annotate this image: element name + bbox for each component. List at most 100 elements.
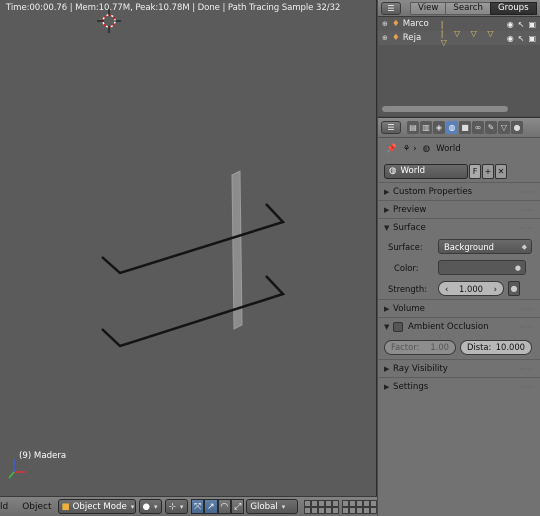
tab-groups[interactable]: Groups (489, 1, 537, 15)
scene-crumb-icon: ⚘ › (402, 144, 417, 154)
strength-value: 1.000 (459, 283, 483, 294)
list-item[interactable]: ⊕ ♦ Reja | ▽ ▽ ▽ ▽ ◉ ↖ ▣ (378, 29, 540, 47)
scene-canvas[interactable] (0, 0, 377, 496)
chevron-down-icon: ▾ (154, 502, 158, 511)
3d-viewport[interactable]: Time:00:00.76 | Mem:10.77M, Peak:10.78M … (0, 0, 377, 496)
pivot-dropdown[interactable]: ⊹ ▾ (164, 499, 188, 514)
surface-row: Surface: Background ◆ (378, 236, 540, 257)
grip-icon[interactable]: ⋯⋯ (519, 305, 535, 313)
ao-factor-field[interactable]: Factor: 1.00 (384, 339, 456, 355)
3d-cursor-icon[interactable] (97, 9, 121, 33)
tab-search[interactable]: Search (445, 1, 491, 15)
strength-label: Strength: (388, 283, 428, 294)
outliner-header: ☰ View Search Groups (378, 0, 540, 17)
surface-value: Background (444, 241, 494, 252)
layer-buttons-2[interactable] (341, 499, 377, 514)
group-icon: ♦ (392, 33, 400, 43)
upper-rail-object (101, 203, 286, 275)
orientation-dropdown[interactable]: Global ▾ (246, 499, 298, 514)
mode-dropdown[interactable]: ■ Object Mode ▾ (57, 499, 136, 514)
view-menu[interactable]: ld (0, 502, 16, 512)
panel-custom-properties[interactable]: ▶ Custom Properties ⋯⋯ (378, 182, 540, 200)
rotate-icon[interactable]: ◠ (217, 499, 231, 514)
increment-icon[interactable]: › (494, 284, 497, 294)
socket-dot-icon[interactable]: ● (508, 281, 520, 296)
grip-icon[interactable]: ⋯⋯ (519, 383, 535, 391)
close-icon[interactable]: ✕ (495, 163, 507, 179)
world-icon[interactable]: ◍ (446, 121, 458, 134)
shading-dropdown[interactable]: ● ▾ (138, 499, 162, 514)
camera-icon[interactable]: ▣ (528, 34, 536, 43)
lower-rail-object (101, 275, 286, 348)
panel-ambient-occlusion[interactable]: ▼ Ambient Occlusion ⋯⋯ Factor: 1.00 Dista:… (378, 317, 540, 359)
strength-field[interactable]: ‹ 1.000 › (438, 281, 504, 296)
group-icon: ♦ (392, 19, 400, 29)
panel-volume[interactable]: ▶ Volume ⋯⋯ (378, 299, 540, 317)
world-datablock-field[interactable]: ◍ World (384, 163, 468, 179)
eye-icon[interactable]: ◉ (507, 20, 514, 29)
object-icon[interactable]: ■ (459, 121, 471, 134)
world-name: World (400, 166, 426, 176)
breadcrumb: 📌 ⚘ › ◍ World (378, 138, 540, 160)
manipulator-toggle-icon[interactable]: ⤧ (190, 499, 205, 514)
panel-title: Ray Visibility (393, 363, 448, 374)
modifier-icons: | (440, 19, 448, 29)
surface-label: Surface: (388, 241, 423, 252)
grip-icon[interactable]: ⋯⋯ (519, 206, 535, 214)
panel-preview[interactable]: ▶ Preview ⋯⋯ (378, 200, 540, 218)
scene-icon[interactable]: ◈ (433, 121, 445, 134)
modifier-icons: | ▽ ▽ ▽ ▽ (440, 29, 498, 47)
editor-type-icon[interactable]: ☰ (381, 121, 401, 134)
expand-icon[interactable]: ⊕ (382, 34, 392, 42)
world-datablock-row: ◍ World F + ✕ (378, 160, 540, 182)
breadcrumb-world: World (436, 144, 461, 154)
expand-icon[interactable]: ⊕ (382, 20, 392, 28)
tab-view[interactable]: View (410, 1, 447, 15)
ao-row: Factor: 1.00 Dista: 10.000 (378, 335, 540, 359)
panel-title: Ambient Occlusion (408, 321, 489, 332)
layer-buttons[interactable] (303, 499, 339, 514)
render-icon[interactable]: ▤ (407, 121, 419, 134)
cursor-icon[interactable]: ↖ (518, 20, 525, 29)
editor-type-icon[interactable]: ☰ (381, 1, 401, 15)
grip-icon[interactable]: ⋯⋯ (519, 188, 535, 196)
camera-icon[interactable]: ▣ (528, 20, 536, 29)
panel-settings[interactable]: ▶ Settings ⋯⋯ (378, 377, 540, 395)
material-icon[interactable]: ● (511, 121, 523, 134)
eye-icon[interactable]: ◉ (507, 34, 514, 43)
strength-row: Strength: ‹ 1.000 › ● (378, 278, 540, 299)
panel-title: Surface (393, 222, 426, 233)
panel-title: Custom Properties (393, 186, 473, 197)
object-menu[interactable]: Object (16, 502, 57, 512)
fake-user-button[interactable]: F (469, 163, 481, 179)
sphere-icon: ● (142, 501, 151, 512)
ao-factor-value: 1.00 (430, 342, 449, 352)
grip-icon[interactable]: ⋯⋯ (519, 224, 535, 232)
surface-dropdown[interactable]: Background ◆ (438, 239, 532, 254)
translate-icon[interactable]: ↗ (204, 499, 218, 514)
ao-distance-field[interactable]: Dista: 10.000 (460, 339, 532, 355)
add-datablock-icon[interactable]: + (482, 163, 494, 179)
horizontal-scrollbar[interactable] (382, 106, 508, 112)
constraints-icon[interactable]: ∞ (472, 121, 484, 134)
data-icon[interactable]: ▽ (498, 121, 510, 134)
decrement-icon[interactable]: ‹ (445, 284, 448, 294)
color-row: Color: ● (378, 257, 540, 278)
ao-distance-value: 10.000 (495, 342, 525, 352)
panel-ray-visibility[interactable]: ▶ Ray Visibility ⋯⋯ (378, 359, 540, 377)
color-field[interactable]: ● (438, 260, 526, 275)
panel-title: Volume (393, 303, 425, 314)
world-crumb-icon: ◍ (422, 144, 431, 154)
collapsed-triangle-icon: ▶ (384, 382, 390, 391)
scale-icon[interactable]: ⤢ (231, 499, 245, 514)
cursor-icon[interactable]: ↖ (518, 34, 525, 43)
grip-icon[interactable]: ⋯⋯ (519, 323, 535, 331)
layers-icon[interactable]: ▥ (420, 121, 432, 134)
pin-icon[interactable]: 📌 (386, 144, 397, 154)
properties-editor: ☰ ▤ ▥ ◈ ◍ ■ ∞ ✎ ▽ ● 📌 ⚘ › ◍ World ◍ Worl… (378, 117, 540, 516)
modifiers-icon[interactable]: ✎ (485, 121, 497, 134)
ao-checkbox[interactable] (393, 321, 403, 332)
panel-surface[interactable]: ▼ Surface ⋯⋯ Surface: Background ◆ Color: … (378, 218, 540, 299)
viewport-header: ld Object ■ Object Mode ▾ ● ▾ ⊹ ▾ ⤧ ↗ ◠ ⤢ … (0, 496, 377, 516)
grip-icon[interactable]: ⋯⋯ (519, 365, 535, 373)
